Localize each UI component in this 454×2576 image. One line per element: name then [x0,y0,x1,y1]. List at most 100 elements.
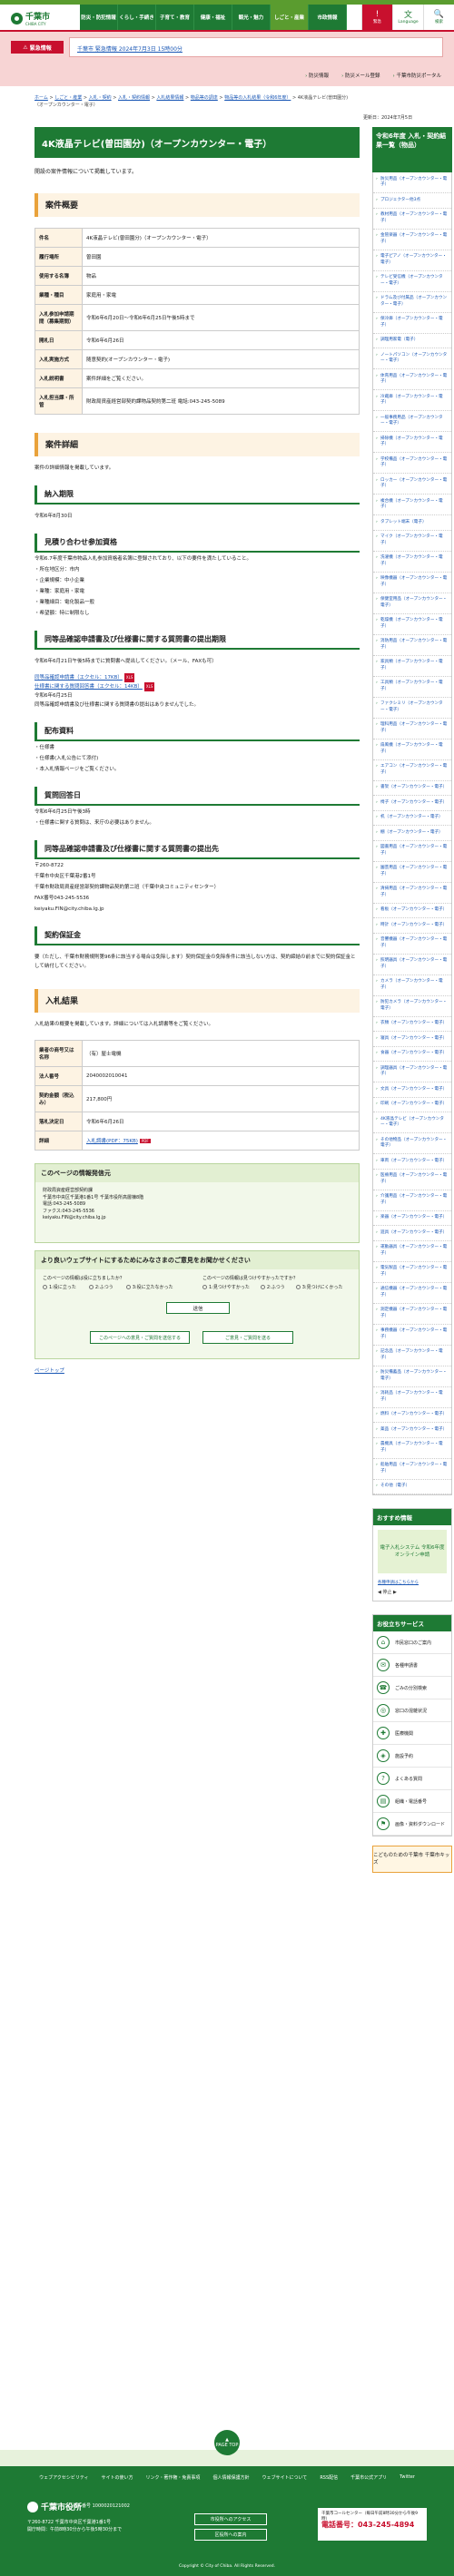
sidebar-item[interactable]: タブレット端末（電子） [373,515,451,531]
sidebar-item[interactable]: 衣類（オープンカウンター・電子） [373,1017,451,1032]
sidebar-item[interactable]: ロッカー（オープンカウンター・電子） [373,474,451,495]
sidebar-item[interactable]: 防犯カメラ（オープンカウンター・電子） [373,996,451,1017]
header-button[interactable]: ! 緊急 [361,5,392,30]
pdf-link[interactable]: 入札調書(PDF：75KB) [86,1139,138,1144]
sidebar-item[interactable]: 寝具（オープンカウンター・電子） [373,1032,451,1047]
sidebar-item[interactable]: 測定機器（オープンカウンター・電子） [373,1304,451,1325]
breadcrumb-link[interactable]: 入札・契約情報 [118,95,150,101]
sidebar-item[interactable]: 音響機器（オープンカウンター・電子） [373,934,451,955]
sidebar-item[interactable]: 調理器具（オープンカウンター・電子） [373,1062,451,1082]
breadcrumb-link[interactable]: 入札結果情報 [156,95,183,101]
breadcrumb-link[interactable]: 物品等の調達 [191,95,218,101]
equiv-form-link[interactable]: 同等品確認申請書（エクセル：17KB） [35,675,123,681]
sidebar-item[interactable]: 映像機器（オープンカウンター・電子） [373,573,451,593]
sidebar-item[interactable]: ドラム及び付属品（オープンカウンター・電子） [373,292,451,313]
header-button[interactable]: 文 Language [392,5,423,30]
sidebar-item[interactable]: 文具（オープンカウンター・電子） [373,1082,451,1098]
sidebar-item[interactable]: 複合機（オープンカウンター・電子） [373,495,451,515]
opinion-button[interactable]: このページへの意見・ご質問を送信する [90,1331,190,1344]
sidebar-item[interactable]: 看板（オープンカウンター・電子） [373,904,451,918]
service-item[interactable]: ⚑ 画像・資料ダウンロード [373,1813,451,1836]
footer-link[interactable]: Twitter [400,2474,415,2480]
radio-button[interactable] [43,1285,47,1289]
sidebar-item[interactable]: 保冷庫（オープンカウンター・電子） [373,313,451,334]
sidebar-item[interactable]: 書架（オープンカウンター・電子） [373,781,451,796]
sidebar-item[interactable]: 楽器（オープンカウンター・電子） [373,1211,451,1226]
survey-option[interactable]: 2:ふつう [260,1284,285,1290]
footer-link[interactable]: リンク・著作権・免責事項 [146,2474,201,2481]
sidebar-item[interactable]: カメラ（オープンカウンター・電子） [373,975,451,996]
footer-button[interactable]: 区役所への案内 [194,2529,267,2541]
recommend-banner[interactable]: 電子入札システム 令和6年度 オンライン申請 [378,1530,447,1573]
radio-button[interactable] [125,1285,131,1289]
service-item[interactable]: ✉ 各種申請書 [373,1654,451,1677]
gnav-item[interactable]: 健康・福祉 [194,5,232,30]
header-button[interactable]: 🔍 検索 [423,5,454,30]
sidebar-item[interactable]: 燃料（オープンカウンター・電子） [373,1408,451,1423]
survey-option[interactable]: 3:見つけにくかった [295,1284,343,1290]
sidebar-item[interactable]: 防災備蓄品（オープンカウンター・電子） [373,1366,451,1387]
sidebar-item[interactable]: 乾燥機（オープンカウンター・電子） [373,614,451,635]
gnav-item[interactable]: 市政情報 [309,5,347,30]
question-form-link[interactable]: 仕様書に関する質問回答書（エクセル：14KB） [35,684,143,690]
sidebar-item[interactable]: 体育用品（オープンカウンター・電子） [373,369,451,390]
survey-option[interactable]: 1:見つけやすかった [202,1284,250,1290]
sidebar-item[interactable]: 金管楽器（オープンカウンター・電子） [373,230,451,250]
footer-link[interactable]: ウェブアクセシビリティ [39,2474,88,2481]
sidebar-item[interactable]: 電気製品（オープンカウンター・電子） [373,1262,451,1283]
sidebar-item[interactable]: 教材用品（オープンカウンター・電子） [373,209,451,230]
sidebar-item[interactable]: 工具類（オープンカウンター・電子） [373,677,451,698]
sidebar-item[interactable]: 机（オープンカウンター・電子） [373,811,451,826]
sidebar-item[interactable]: テレビ受信機（オープンカウンター・電子） [373,271,451,292]
sidebar-item[interactable]: 通信機器（オープンカウンター・電子） [373,1283,451,1304]
carousel-controls[interactable]: ◀ 停止 ▶ [373,1587,451,1601]
sidebar-item[interactable]: エアコン（オープンカウンター・電子） [373,760,451,781]
sidebar-item[interactable]: 照明器具（オープンカウンター・電子） [373,955,451,975]
sidebar-item[interactable]: 医療用品（オープンカウンター・電子） [373,1170,451,1190]
sidebar-item[interactable]: 椅子（オープンカウンター・電子） [373,796,451,811]
site-logo[interactable]: 千葉市 CHIBA CITY [11,10,50,26]
footer-link[interactable]: ウェブサイトについて [262,2474,307,2481]
radio-button[interactable] [202,1285,207,1289]
contact-email-link[interactable]: keiyaku.FIN@city.chiba.lg.jp [35,1215,359,1222]
sidebar-item[interactable]: 調理用家電（電子） [373,334,451,348]
sidebar-item[interactable]: 消防用品（オープンカウンター・電子） [373,635,451,656]
footer-link[interactable]: 千葉市公式アプリ [350,2474,387,2481]
breadcrumb-link[interactable]: ホーム [35,95,48,101]
gnav-item[interactable]: 防災・防犯情報 [80,5,118,30]
sidebar-item[interactable]: その他物品（オープンカウンター・電子） [373,1133,451,1154]
sidebar-item[interactable]: 農機具（オープンカウンター・電子） [373,1438,451,1459]
sidebar-item[interactable]: 記念品（オープンカウンター・電子） [373,1346,451,1366]
sidebar-item[interactable]: 家具類（オープンカウンター・電子） [373,656,451,677]
footer-link[interactable]: RSS配信 [320,2474,338,2481]
sidebar-item[interactable]: 理科用品（オープンカウンター・電子） [373,719,451,739]
sidebar-item[interactable]: 一般事務用品（オープンカウンター・電子） [373,411,451,432]
sidebar-item[interactable]: 学校備品（オープンカウンター・電子） [373,453,451,474]
sidebar-item[interactable]: プロジェクター他3点 [373,193,451,209]
footer-button[interactable]: 市役所へのアクセス [194,2513,267,2525]
radio-button[interactable] [295,1285,301,1289]
sidebar-item[interactable]: 介護用品（オープンカウンター・電子） [373,1190,451,1211]
sidebar-item[interactable]: 扇風機（オープンカウンター・電子） [373,739,451,760]
emergency-sub-link[interactable]: 防災メール登録 [341,72,380,79]
gnav-item[interactable]: くらし・手続き [118,5,156,30]
service-item[interactable]: ? よくある質問 [373,1768,451,1790]
sidebar-item[interactable]: ノートパソコン（オープンカウンター・電子） [373,348,451,369]
sidebar-item[interactable]: 印刷（オープンカウンター・電子） [373,1098,451,1112]
sidebar-item[interactable]: 4K液晶テレビ（オープンカウンター・電子） [373,1112,451,1133]
service-item[interactable]: ☎ ごみの分別検索 [373,1677,451,1699]
sidebar-item[interactable]: 遊具（オープンカウンター・電子） [373,1226,451,1241]
sidebar-item[interactable]: 棚（オープンカウンター・電子） [373,826,451,841]
breadcrumb-link[interactable]: 物品等の入札結果（令和6年度） [224,95,291,101]
gnav-item[interactable]: 観光・魅力 [232,5,271,30]
breadcrumb-link[interactable]: しごと・産業 [54,95,82,101]
sidebar-item[interactable]: ファクシミリ（オープンカウンター・電子） [373,698,451,719]
radio-button[interactable] [88,1285,94,1289]
breadcrumb-link[interactable]: 入札・契約 [89,95,112,101]
sidebar-item[interactable]: 食器（オープンカウンター・電子） [373,1047,451,1062]
sidebar-item[interactable]: 運動器具（オープンカウンター・電子） [373,1241,451,1262]
sidebar-item[interactable]: 消耗品（オープンカウンター・電子） [373,1387,451,1408]
survey-option[interactable]: 1:役に立った [43,1284,76,1290]
service-item[interactable]: ◈ 施設予約 [373,1745,451,1768]
sidebar-item[interactable]: 保健室用品（オープンカウンター・電子） [373,593,451,614]
